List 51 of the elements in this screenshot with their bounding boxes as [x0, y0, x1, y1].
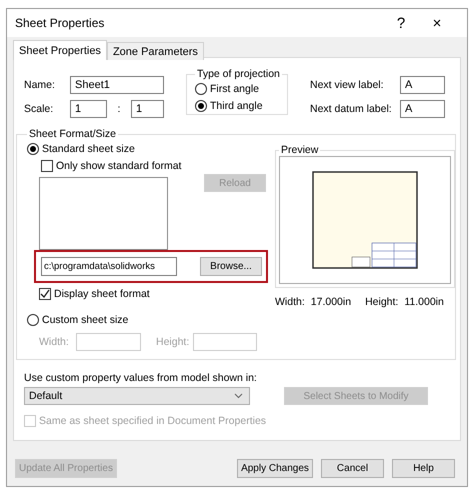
name-field[interactable]: Sheet1	[70, 76, 164, 94]
dialog-button[interactable]: Cancel	[321, 459, 384, 478]
field-label: Next datum label:	[310, 103, 393, 115]
standard-size-option[interactable]: Standard sheet size	[27, 140, 275, 157]
checkbox[interactable]	[41, 160, 53, 172]
field-label: Next view label:	[310, 79, 385, 91]
radio-button[interactable]	[27, 142, 39, 154]
size-label: Height:	[365, 296, 398, 308]
chevron-down-icon	[234, 393, 243, 399]
radio-label: Custom sheet size	[42, 314, 128, 326]
scale-field[interactable]: 1	[131, 100, 164, 118]
tab[interactable]: Sheet Properties	[13, 40, 107, 60]
projection-option[interactable]: Third angle	[195, 97, 283, 114]
label-field[interactable]: A	[400, 76, 445, 94]
field-label: Height:	[156, 336, 190, 348]
field-label: Scale:	[24, 103, 54, 115]
projection-option[interactable]: First angle	[195, 80, 283, 97]
window-title: Sheet Properties	[15, 16, 106, 30]
format-list[interactable]	[39, 177, 168, 250]
radio-button[interactable]	[195, 82, 207, 94]
field-label: Width:	[39, 336, 70, 348]
dialog-button[interactable]: Help	[392, 459, 455, 478]
group-title: Sheet Format/Size	[28, 128, 117, 140]
radio-label: Standard sheet size	[42, 142, 135, 154]
format-path-field[interactable]: c:\programdata\solidworks	[41, 257, 177, 276]
checkbox-label: Only show standard format	[56, 160, 182, 172]
model-dropdown[interactable]: Default	[24, 387, 250, 405]
dialog-button[interactable]: Apply Changes	[237, 459, 313, 478]
browse-button[interactable]: Browse...	[200, 257, 262, 276]
group-title: Type of projection	[196, 68, 281, 80]
checkbox-label: Same as sheet specified in Document Properties	[39, 414, 266, 426]
ratio-separator: :	[116, 103, 122, 115]
custom-size-option[interactable]: Custom sheet size	[27, 311, 275, 328]
close-button[interactable]: ×	[419, 14, 455, 32]
help-button[interactable]: ?	[383, 14, 419, 32]
size-value: 11.000in	[404, 296, 444, 308]
checkbox-label: Display sheet format	[54, 288, 150, 300]
field-label: Name:	[24, 79, 56, 91]
check-icon	[40, 288, 50, 298]
custom-property-label: Use custom property values from model shown in:	[24, 372, 258, 384]
scale-field[interactable]: 1	[70, 100, 107, 118]
radio-button[interactable]	[195, 100, 207, 112]
group-title: Preview	[280, 144, 320, 156]
size-value: 17.000in	[310, 296, 352, 308]
radio-label: First angle	[210, 82, 260, 94]
tab[interactable]: Zone Parameters	[106, 42, 204, 60]
size-label: Width:	[275, 296, 305, 308]
checkbox[interactable]	[39, 288, 51, 300]
radio-button[interactable]	[27, 314, 39, 326]
radio-label: Third angle	[210, 100, 263, 112]
label-field[interactable]: A	[400, 100, 445, 118]
